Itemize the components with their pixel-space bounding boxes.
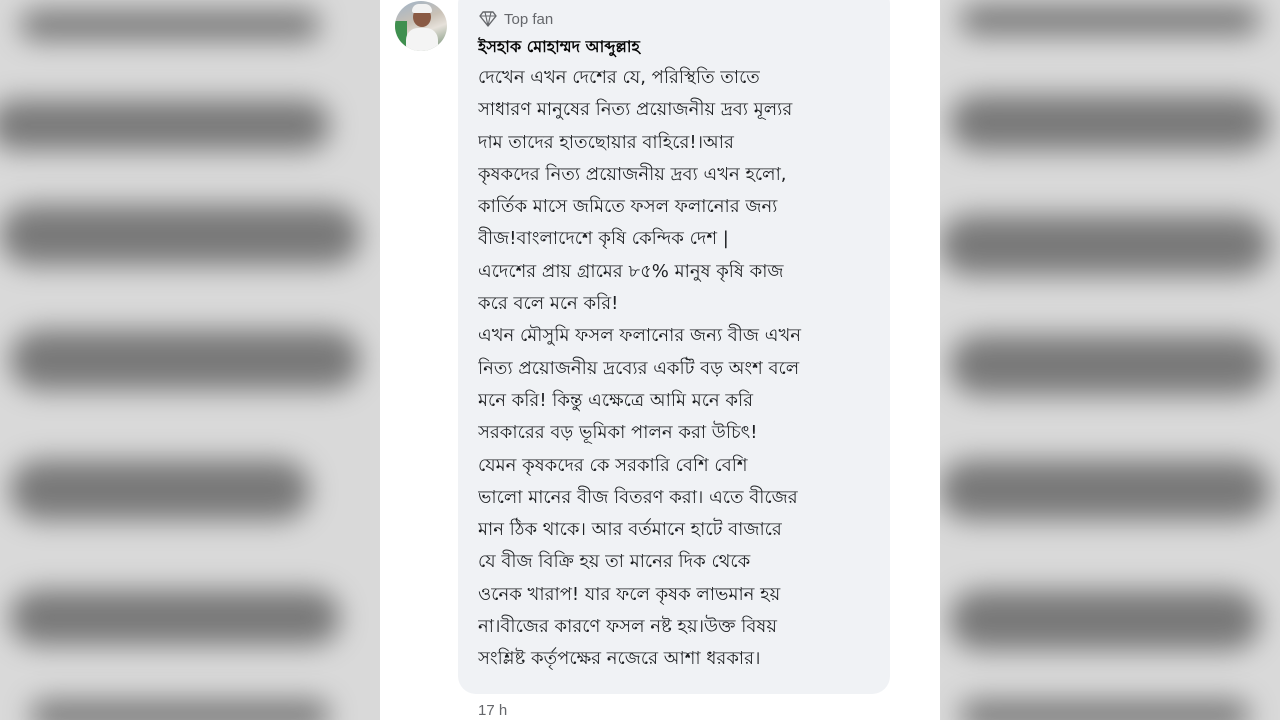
comment-line: ওনেক খারাপ! যার ফলে কৃষক লাভমান হয় (478, 583, 781, 605)
video-frame: Top fan ইসহাক মোহাম্মদ আব্দুল্লাহ দেখেন … (0, 0, 1280, 720)
badge-label: Top fan (504, 10, 554, 28)
comment-line: বীজ!বাংলাদেশে কৃষি কেন্দিক দেশ | (478, 228, 729, 250)
comment-line: নিত্য প্রয়োজনীয় দ্রব্যের একটি বড় অংশ … (478, 357, 800, 379)
comment-line: এদেশের প্রায় গ্রামের ৮৫% মানুষ কৃষি কাজ (478, 260, 784, 282)
comment-line: এখন মৌসুমি ফসল ফলানোর জন্য বীজ এখন (478, 325, 802, 347)
comment-line: দাম তাদের হাতছোয়ার বাহিরে!।আর (478, 131, 734, 153)
comment-line: দেখেন এখন দেশের যে, পরিস্থিতি তাতে (478, 67, 760, 88)
top-fan-badge: Top fan (479, 8, 553, 30)
blurred-background-left (0, 0, 380, 720)
comment-line: করে বলে মনে করি! (478, 293, 619, 315)
comment-line: কার্তিক মাসে জমিতে ফসল ফলানোর জন্য (478, 196, 778, 218)
comment-panel: Top fan ইসহাক মোহাম্মদ আব্দুল্লাহ দেখেন … (380, 0, 940, 720)
comment-line: যে বীজ বিক্রি হয় তা মানের দিক থেকে (478, 551, 751, 573)
comment-line: সাধারণ মানুষের নিত্য প্রয়োজনীয় দ্রব্য … (478, 99, 793, 121)
comment-line: মনে করি! কিন্তু এক্ষেত্রে আমি মনে করি (478, 389, 754, 411)
comment-line: সরকারের বড় ভূমিকা পালন করা উচিৎ! (478, 422, 758, 444)
author-name[interactable]: ইসহাক মোহাম্মদ আব্দুল্লাহ (478, 34, 640, 61)
comment-line: সংশ্লিষ্ট কর্তৃপক্ষের নজেরে আশা ধরকার। (478, 648, 761, 670)
comment-line: কৃষকদের নিত্য প্রয়োজনীয় দ্রব্য এখন হলো… (478, 163, 787, 185)
diamond-icon (479, 11, 497, 27)
blurred-background-right (940, 0, 1280, 720)
comment-line: ভালো মানের বীজ বিতরণ করা। এতে বীজের (478, 486, 798, 508)
comment-line: যেমন কৃষকদের কে সরকারি বেশি বেশি (478, 454, 748, 476)
comment-line: মান ঠিক থাকে। আর বর্তমানে হাটে বাজারে (478, 519, 782, 541)
avatar[interactable] (395, 1, 447, 51)
comment-text: দেখেন এখন দেশের যে, পরিস্থিতি তাতে সাধার… (478, 62, 878, 676)
comment-line: না।বীজের কারণে ফসল নষ্ট হয়।উক্ত বিষয় (478, 616, 777, 638)
comment-timestamp[interactable]: 17 h (478, 702, 507, 719)
